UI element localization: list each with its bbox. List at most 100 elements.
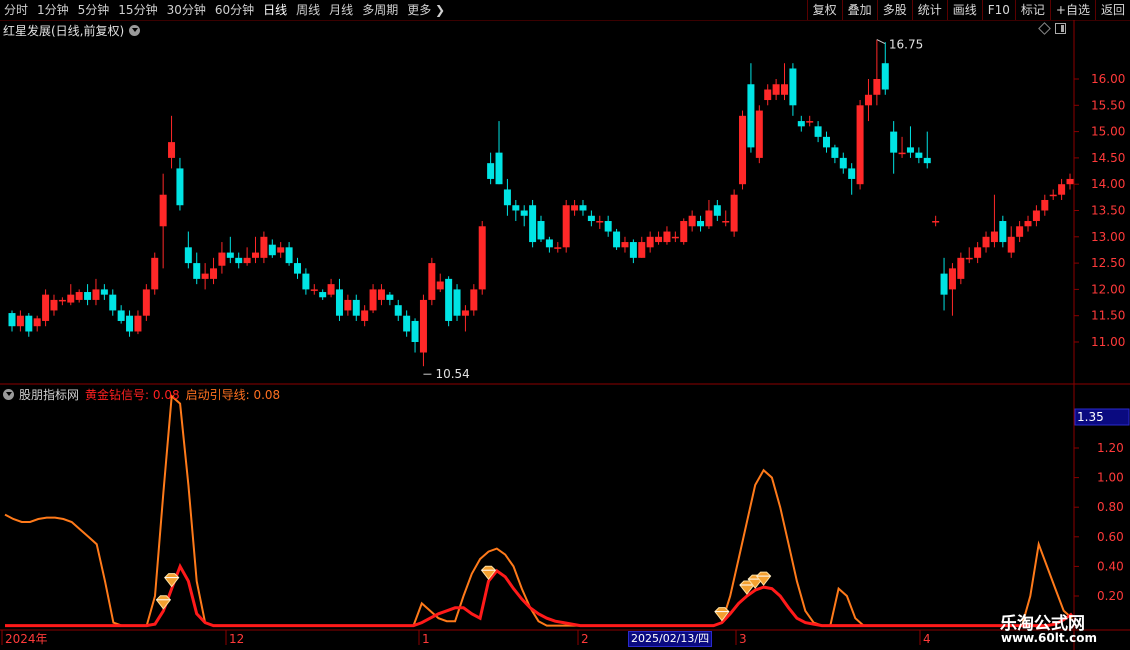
candle-body [226,252,234,258]
candle-body [470,289,478,311]
candle-body [806,121,814,123]
candle-body [327,284,335,295]
candle-body [495,152,503,185]
candle-body [545,239,553,248]
candle-body [999,221,1007,243]
candle-body [319,292,327,298]
candle-body [411,320,419,342]
candle-body [898,152,906,155]
candle-body [243,257,251,264]
indicator-dropdown-icon[interactable] [3,388,14,400]
candle-body [990,231,998,243]
chart-corner-controls [1038,22,1066,35]
price-tick-label: 11.00 [1091,335,1125,349]
date-tick-label: 2 [581,632,589,646]
dropdown-circle-icon[interactable] [129,24,141,36]
candle-body [117,310,125,321]
candle-body [789,68,797,106]
candle-body [587,215,595,222]
candle-body [75,292,83,300]
candle-body [923,157,931,164]
candle-body [831,147,839,158]
diamond-marker-shape [155,595,172,610]
diamond-marker-shape [164,573,180,588]
indicator-tick-label: 1.20 [1097,441,1124,455]
candle-body [42,294,50,321]
price-tick-label: 15.50 [1091,98,1125,112]
price-tick-label: 16.00 [1091,72,1125,86]
candle-body [881,63,889,90]
indicator-header: 股朋指标网 黄金钻信号: 0.08 启动引导线: 0.08 [3,386,281,403]
indicator-tick-label: 0.40 [1097,559,1124,573]
candle-body [705,210,713,227]
date-tick-label: 12 [229,632,244,646]
candle-body [461,310,469,316]
candle-body [142,289,150,316]
candle-body [814,126,822,137]
candle-body [100,289,108,295]
candle-body [126,315,134,332]
candle-body [293,263,301,274]
candle-body [638,242,646,258]
candle-body [25,315,33,332]
indicator-line2-label: 启动引导线: 0.08 [185,387,281,402]
diamond-marker [164,573,180,588]
price-tick-label: 13.50 [1091,204,1125,218]
candle-body [554,247,562,249]
price-tick-label: 13.00 [1091,230,1125,244]
candle-body [210,268,218,279]
candle-body [755,110,763,158]
candle-body [252,252,260,258]
candle-body [562,205,570,248]
candle-body [235,257,243,264]
candle-body [713,205,721,216]
stock-title: 红星发展(日线,前复权) [3,23,125,38]
candle-body [906,147,914,153]
candle-body [503,189,511,206]
candle-body [428,263,436,300]
candle-body [436,281,444,290]
indicator-tick-label: 0.20 [1097,589,1124,603]
candle-body [948,268,956,290]
date-tick-label: 4 [923,632,931,646]
candle-body [58,299,66,302]
candle-body [965,257,973,260]
candle-body [940,273,948,295]
indicator-tick-label: 1.00 [1097,471,1124,485]
panel-toggle-icon[interactable] [1055,23,1066,34]
candle-body [797,121,805,127]
candle-body [260,236,268,258]
candle-body [1049,194,1057,197]
candle-body [1024,221,1032,227]
indicator-name[interactable]: 股朋指标网 [19,386,79,403]
candle-body [739,115,747,185]
candle-body [621,242,629,248]
candle-body [688,215,696,227]
price-tick-label: 11.50 [1091,309,1125,323]
candle-body [781,84,789,95]
indicator-current-value: 1.35 [1077,410,1104,424]
candle-body [1041,199,1049,211]
price-tick-label: 12.50 [1091,256,1125,270]
high-pointer [876,39,886,44]
candle-body [848,168,856,179]
price-tick-label: 12.00 [1091,282,1125,296]
date-tick-label: 3 [739,632,747,646]
date-tick-label: 2024年 [5,632,48,646]
candle-body [377,289,385,300]
chart-canvas[interactable]: 16.00 15.50 15.00 14.50 14.00 13.50 13.00 12.50… [0,0,1130,650]
candle-body [67,294,75,303]
candle-body [604,221,612,232]
candle-body [277,247,285,253]
candle-body [512,205,520,211]
price-tick-label: 14.00 [1091,177,1125,191]
candle-body [747,84,755,148]
candle-body [268,244,276,256]
diamond-icon[interactable] [1038,22,1051,35]
candle-body [915,152,923,158]
candle-body [596,221,604,223]
candle-body [193,263,201,279]
candle-body [839,157,847,169]
candle-body [92,289,100,300]
candle-body [671,236,679,239]
